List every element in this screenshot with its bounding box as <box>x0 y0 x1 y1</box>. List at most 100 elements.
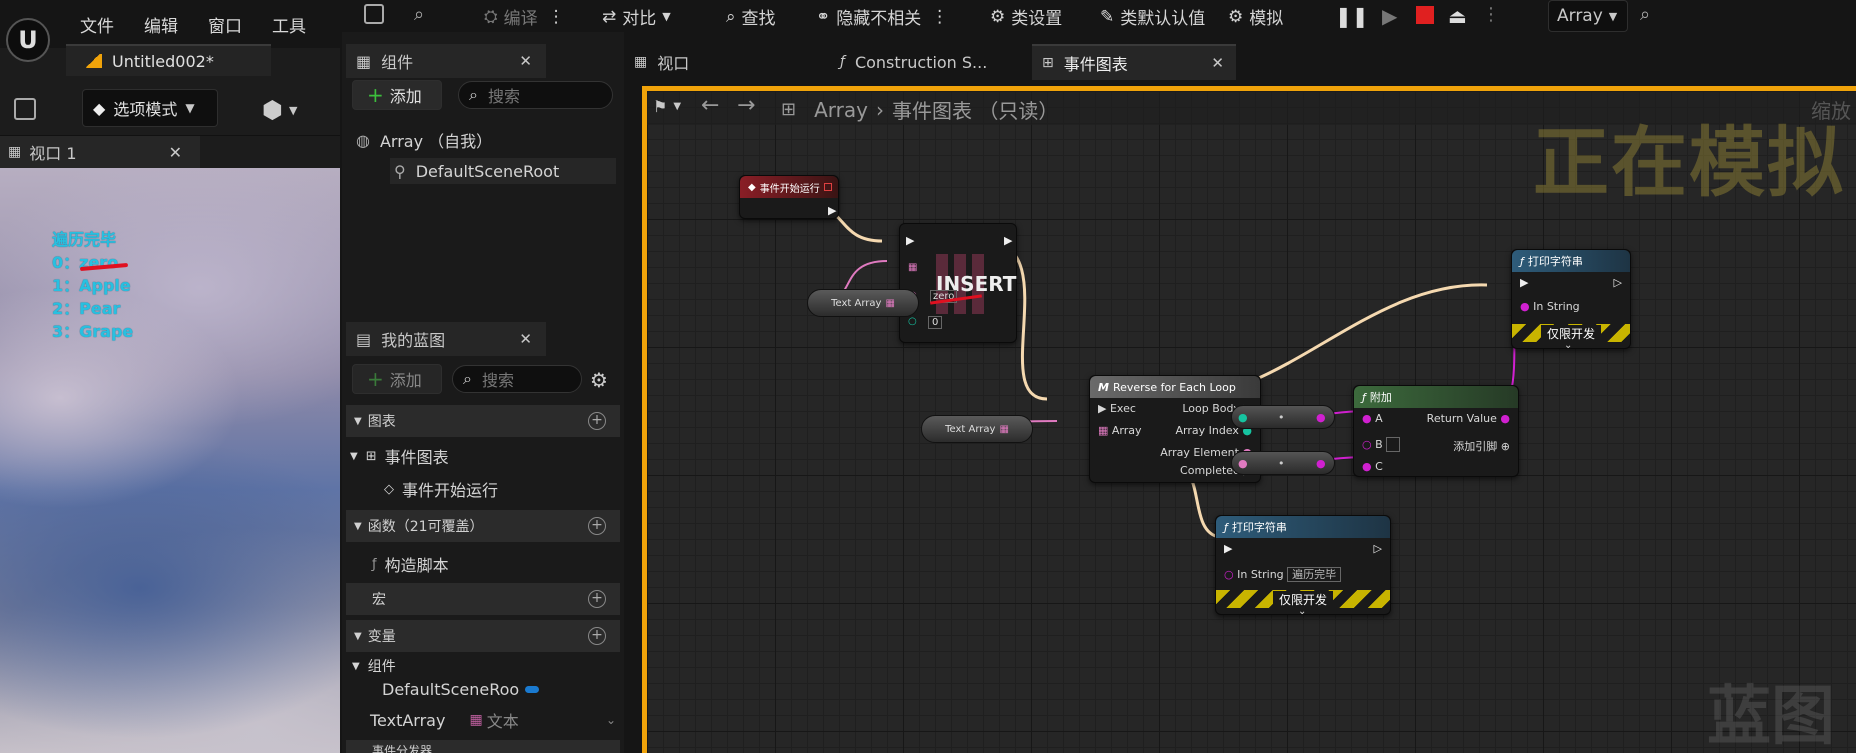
in-string-pin[interactable]: ● In String <box>1520 300 1580 313</box>
exec-in-pin[interactable]: ▶ <box>1224 542 1232 555</box>
save-icon[interactable] <box>364 4 384 24</box>
section-macros[interactable]: 宏 + <box>346 583 620 615</box>
add-variable-icon[interactable]: + <box>588 627 606 645</box>
exec-out-pin[interactable]: ▷ <box>1374 542 1382 555</box>
a-pin[interactable]: ● A <box>1362 412 1383 425</box>
node-append-string[interactable]: ƒ 附加 ● A ○ B ● C Return Value ● 添加引脚 ⊕ <box>1353 385 1519 477</box>
add-macro-icon[interactable]: + <box>588 590 606 608</box>
array-in-pin[interactable]: ▦ Array <box>1098 424 1142 437</box>
compile-label: 编译 <box>503 9 538 29</box>
close-icon[interactable]: ✕ <box>519 330 532 348</box>
browse-icon[interactable]: ⌕ <box>414 4 424 25</box>
save-icon[interactable] <box>14 98 36 120</box>
components-search-input[interactable]: ⌕ 搜索 <box>458 81 613 109</box>
debug-find-icon[interactable]: ⌕ <box>1640 4 1650 25</box>
more-options-icon[interactable]: ⋮ <box>1482 4 1500 25</box>
class-settings-button[interactable]: ⚙ 类设置 <box>990 4 1062 30</box>
diff-button[interactable]: ⇄ 对比 ▼ <box>602 4 671 30</box>
close-icon[interactable]: ✕ <box>519 52 532 70</box>
my-blueprint-search-input[interactable]: ⌕ 搜索 <box>452 365 582 393</box>
unreal-logo-icon[interactable]: U <box>6 18 50 62</box>
expand-chevron-icon[interactable]: ⌄ <box>1564 340 1572 351</box>
select-mode-button[interactable]: ◆ 选项模式 ▼ <box>82 89 218 127</box>
tree-item-construction-script[interactable]: ƒ 构造脚本 <box>372 552 449 576</box>
hide-unrelated-icon: ⚭ <box>816 6 831 27</box>
node-get-text-array[interactable]: Text Array ▦ <box>807 289 919 317</box>
exec-out-pin[interactable]: ▶ <box>828 204 836 217</box>
add-graph-icon[interactable]: + <box>588 412 606 430</box>
tree-item-components-category[interactable]: ▼ 组件 <box>352 656 396 676</box>
section-functions[interactable]: ▼ 函数（21可覆盖） + <box>346 510 620 542</box>
add-function-icon[interactable]: + <box>588 517 606 535</box>
node-event-begin-play[interactable]: ◆ 事件开始运行 ▶ <box>739 175 839 219</box>
component-tree-item-root[interactable]: ⚲ DefaultSceneRoot <box>390 158 616 184</box>
array-in-pin[interactable]: ▦ <box>908 262 917 273</box>
project-tab[interactable]: Untitled002* <box>66 44 271 76</box>
components-add-button[interactable]: + 添加 <box>352 80 442 110</box>
add-pin-button[interactable]: 添加引脚 ⊕ <box>1453 438 1510 454</box>
viewport-tab[interactable]: ▦ 视口 1 ✕ <box>0 136 200 168</box>
my-blueprint-tab[interactable]: ▤ 我的蓝图 ✕ <box>346 322 546 356</box>
level-viewport[interactable]: 遍历完毕 0：zero 1：Apple 2：Pear 3：Grape <box>0 168 340 753</box>
debug-object-dropdown[interactable]: Array ▼ <box>1548 0 1628 32</box>
in-string-pin[interactable]: ○ In String 遍历完毕 <box>1224 566 1342 582</box>
function-icon: ƒ <box>840 54 845 70</box>
node-title: 打印字符串 <box>1527 255 1583 268</box>
exec-in-pin[interactable]: ▶ Exec <box>1098 402 1136 415</box>
index-in-pin[interactable]: ○ <box>908 316 917 327</box>
close-icon[interactable]: ✕ <box>1211 54 1224 72</box>
node-convert-text-to-string[interactable]: ● • ● <box>1231 451 1335 475</box>
find-label: 查找 <box>741 9 776 29</box>
tree-item-text-array[interactable]: TextArray ▦ 文本 ⌄ <box>370 708 620 732</box>
components-tab[interactable]: ▦ 组件 ✕ <box>346 44 546 78</box>
tab-event-graph[interactable]: ⊞ 事件图表 ✕ <box>1032 44 1236 80</box>
section-event-dispatchers[interactable]: 事件分发器 <box>346 740 620 753</box>
menu-edit[interactable]: 编辑 <box>144 12 178 37</box>
tree-item-begin-play[interactable]: ◇ 事件开始运行 <box>384 477 498 501</box>
tree-item-default-scene-root[interactable]: DefaultSceneRoo <box>382 680 540 699</box>
tree-item-event-graph[interactable]: ▼ ⊞ 事件图表 <box>350 444 449 468</box>
add-actor-button[interactable]: ⬢ ▼ <box>262 96 297 124</box>
simulate-button[interactable]: ⚙ 模拟 <box>1228 4 1283 30</box>
c-pin[interactable]: ● C <box>1362 460 1383 473</box>
event-graph-canvas[interactable]: ⚑ ▼ ← → ⊞ Array › 事件图表 （只读） 缩放 正在模拟 蓝图 ◆… <box>642 86 1856 753</box>
my-blueprint-add-button[interactable]: + 添加 <box>352 364 442 394</box>
expand-chevron-icon[interactable]: ⌄ <box>1298 606 1306 617</box>
select-mode-icon: ◆ <box>93 98 106 118</box>
my-blueprint-search-placeholder: 搜索 <box>481 371 514 390</box>
b-pin[interactable]: ○ B <box>1362 437 1400 452</box>
node-convert-int-to-string[interactable]: ● • ● <box>1231 405 1335 429</box>
settings-gear-icon[interactable]: ⚙ <box>590 368 608 392</box>
node-get-text-array[interactable]: Text Array ▦ <box>921 415 1033 443</box>
exec-in-pin[interactable]: ▶ <box>906 234 914 247</box>
class-defaults-button[interactable]: ✎ 类默认认值 <box>1100 4 1205 30</box>
tab-viewport[interactable]: ▦ 视口 <box>634 48 689 76</box>
menu-tools[interactable]: 工具 <box>272 12 306 37</box>
return-value-pin[interactable]: Return Value ● <box>1427 412 1510 425</box>
tree-item-label: 事件图表 <box>384 448 449 467</box>
pause-icon[interactable]: ❚❚ <box>1335 4 1369 28</box>
exec-out-pin[interactable]: ▷ <box>1614 276 1622 289</box>
in-string-value-field[interactable]: 遍历完毕 <box>1287 567 1342 582</box>
section-graphs[interactable]: ▼ 图表 + <box>346 405 620 437</box>
find-button[interactable]: ⌕ 查找 <box>726 4 776 30</box>
node-print-string[interactable]: ƒ 打印字符串 ▶ ▷ ● In String 仅限开发 ⌄ <box>1511 249 1631 351</box>
step-icon[interactable]: ▶ <box>1382 4 1397 28</box>
close-icon[interactable]: ✕ <box>169 143 182 162</box>
node-print-string[interactable]: ƒ 打印字符串 ▶ ▷ ○ In String 遍历完毕 仅限开发 ⌄ <box>1215 515 1391 617</box>
eject-icon[interactable]: ⏏ <box>1448 4 1467 28</box>
index-value-field[interactable]: 0 <box>928 316 943 329</box>
exec-out-pin[interactable]: ▶ <box>1004 234 1012 247</box>
stop-icon[interactable] <box>1416 6 1434 24</box>
menu-window[interactable]: 窗口 <box>208 12 242 37</box>
exec-in-pin[interactable]: ▶ <box>1520 276 1528 289</box>
section-variables[interactable]: ▼ 变量 + <box>346 620 620 652</box>
hide-unrelated-button[interactable]: ⚭ 隐藏不相关 ⋮ <box>816 4 948 30</box>
tab-construction-script[interactable]: ƒ Construction S... <box>840 48 987 76</box>
menu-file[interactable]: 文件 <box>80 12 114 37</box>
chevron-down-icon: ▼ <box>662 10 671 23</box>
compile-button[interactable]: ⛭ 编译 ⋮ <box>484 4 565 30</box>
node-array-insert[interactable]: ▶ ▶ INSERT ▦ ○ zero ○ 0 <box>899 223 1017 343</box>
component-tree-item-self[interactable]: ◍ Array （自我） <box>356 128 492 152</box>
viewport-tab-label: 视口 1 <box>29 144 77 163</box>
